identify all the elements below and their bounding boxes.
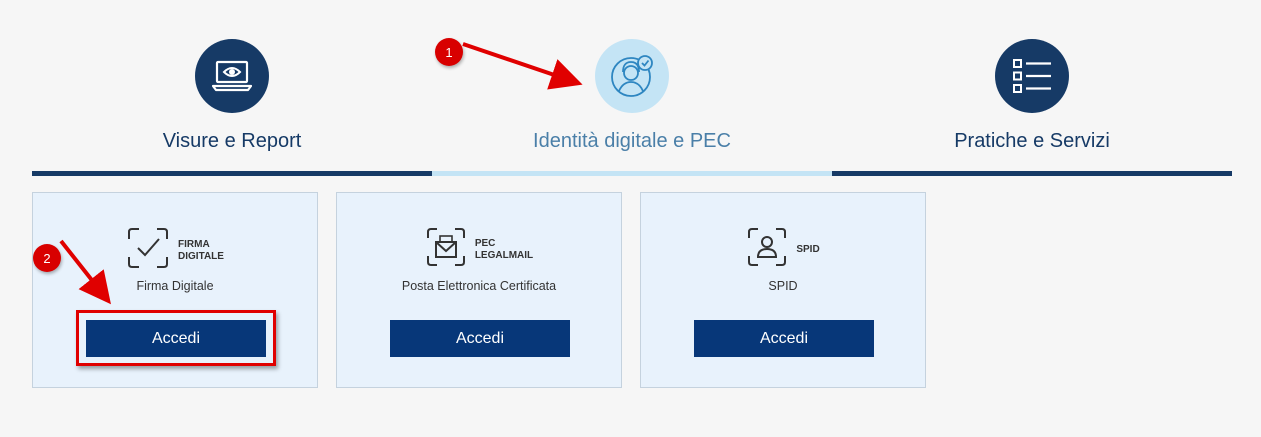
annotation-badge-2: 2 xyxy=(33,244,61,272)
annotation-badge-1: 1 xyxy=(435,38,463,66)
red-arrow-icon xyxy=(59,42,583,305)
